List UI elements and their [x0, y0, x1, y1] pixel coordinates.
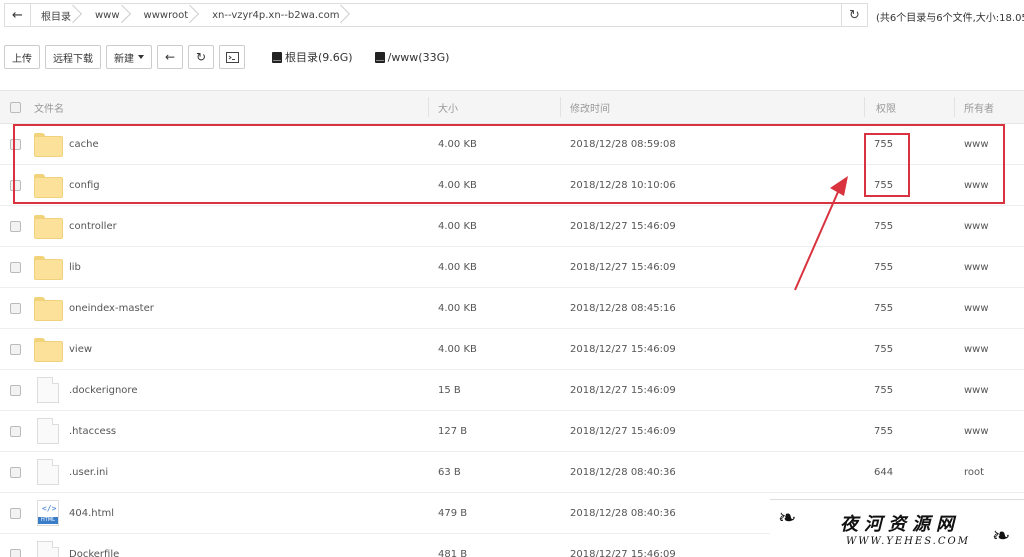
annotation-arrow-icon	[794, 176, 848, 291]
watermark-url: WWW.YEHES.COM	[846, 536, 970, 547]
swirl-ornament-icon: ❧	[778, 506, 797, 531]
watermark-title: 夜河资源网	[840, 514, 960, 535]
watermark: ❧ ❧ 夜河资源网 WWW.YEHES.COM	[770, 499, 1024, 557]
swirl-ornament-icon: ❧	[992, 524, 1011, 549]
